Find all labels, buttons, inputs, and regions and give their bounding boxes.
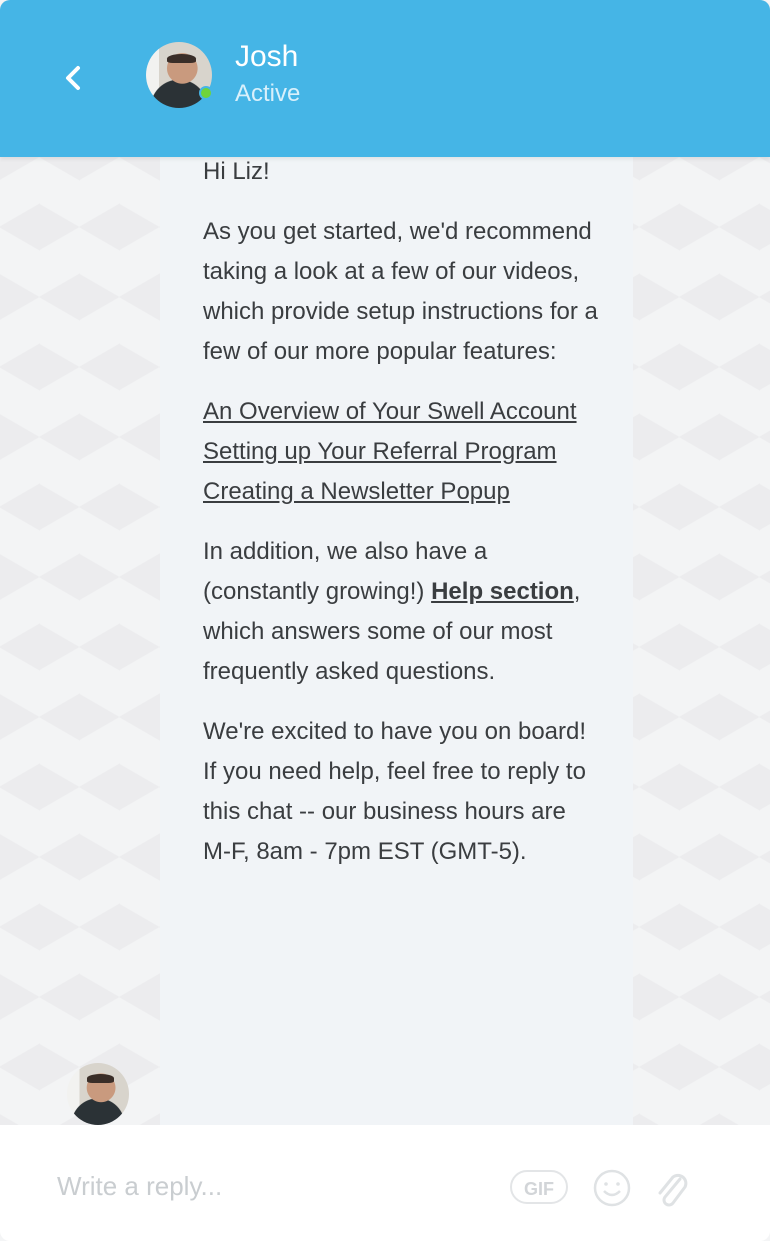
reply-input[interactable] xyxy=(55,1165,479,1207)
chat-header: Josh Active xyxy=(0,0,770,157)
video-links: An Overview of Your Swell Account Settin… xyxy=(203,392,598,512)
link-overview[interactable]: An Overview of Your Swell Account xyxy=(203,392,598,432)
gif-button[interactable]: GIF xyxy=(510,1170,568,1204)
link-referral-program[interactable]: Setting up Your Referral Program xyxy=(203,432,598,472)
composer: GIF xyxy=(0,1125,770,1241)
closing-paragraph: We're excited to have you on board! If y… xyxy=(203,718,587,865)
sender-avatar xyxy=(67,1063,129,1125)
online-status-dot xyxy=(199,86,213,100)
agent-status: Active xyxy=(235,80,301,107)
link-newsletter-popup[interactable]: Creating a Newsletter Popup xyxy=(203,472,598,512)
help-section-link[interactable]: Help section xyxy=(431,578,574,605)
agent-name: Josh xyxy=(235,40,299,73)
help-paragraph: In addition, we also have a (constantly … xyxy=(203,532,598,692)
emoji-icon[interactable] xyxy=(592,1168,632,1208)
intro-paragraph: As you get started, we'd recommend takin… xyxy=(203,218,598,365)
greeting: Hi Liz! xyxy=(203,158,270,185)
back-chevron-icon[interactable] xyxy=(58,58,88,98)
message-text: Hi Liz! As you get started, we'd recomme… xyxy=(203,152,598,892)
attachment-paperclip-icon[interactable] xyxy=(652,1167,692,1211)
